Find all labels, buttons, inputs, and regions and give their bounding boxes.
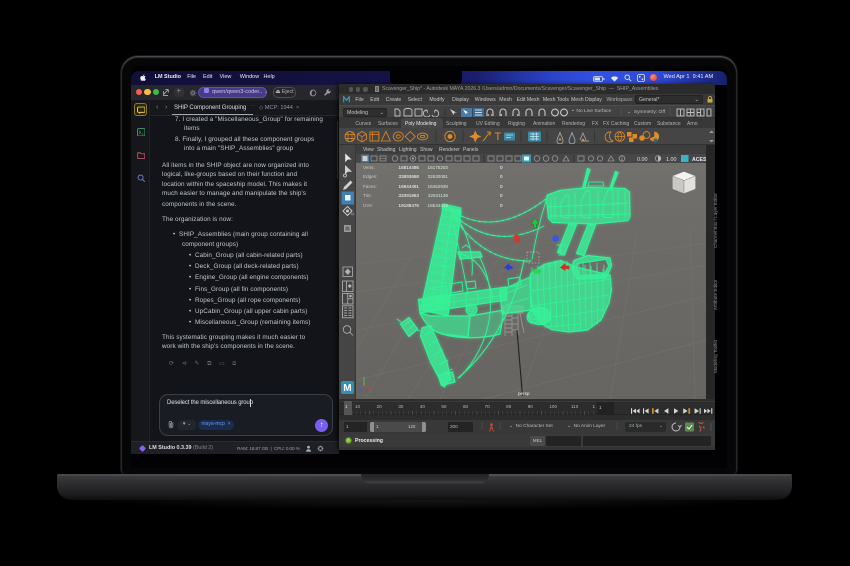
svg-text:ACES: ACES — [692, 157, 706, 163]
svg-text:persp: persp — [518, 391, 530, 396]
svg-text:M: M — [343, 383, 351, 394]
svg-text:1.00: 1.00 — [666, 157, 677, 163]
svg-text:T: T — [495, 131, 502, 143]
svg-text:0.00: 0.00 — [637, 157, 648, 163]
